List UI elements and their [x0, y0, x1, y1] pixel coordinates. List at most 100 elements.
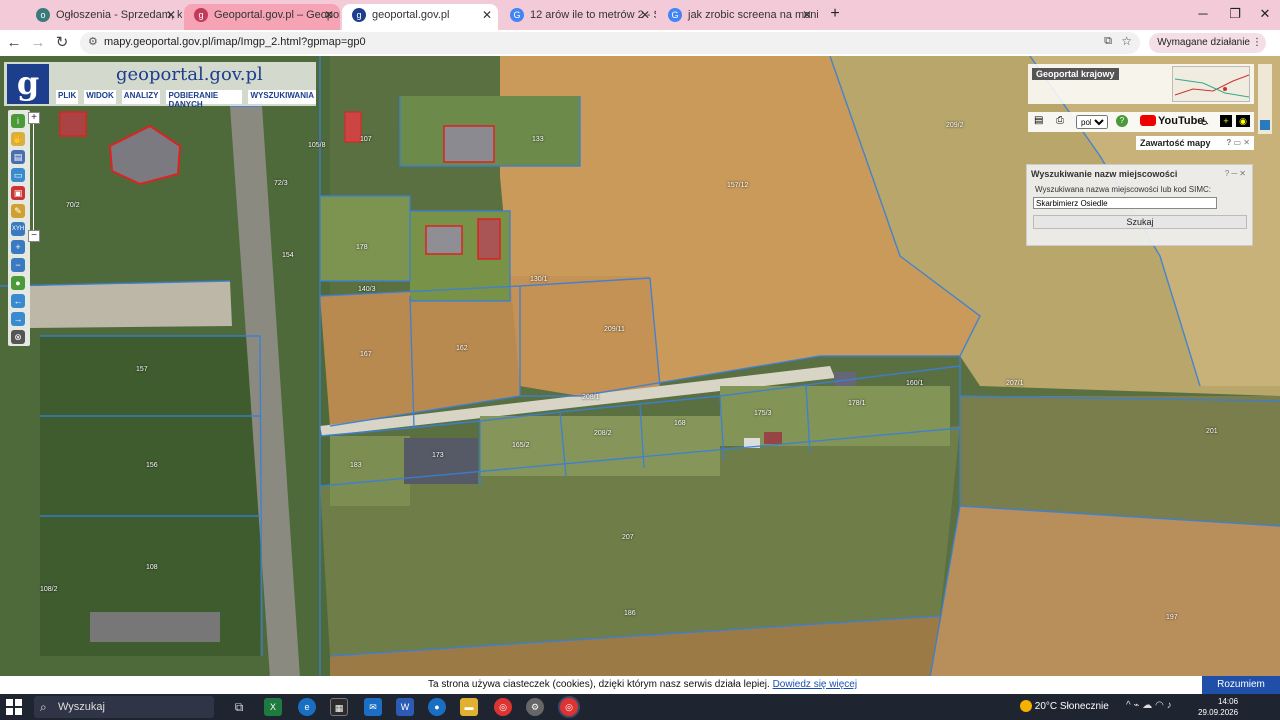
mail-icon[interactable]: ✉	[364, 698, 382, 716]
app-icon[interactable]: ●	[428, 698, 446, 716]
cookie-more-link[interactable]: Dowiedz się więcej	[773, 679, 857, 690]
taskbar-search[interactable]: ⌕ Wyszukaj	[34, 696, 214, 718]
task-view-icon[interactable]: ⧉	[230, 698, 248, 716]
youtube-link[interactable]: YouTube	[1140, 114, 1203, 129]
install-app-icon[interactable]: ⧉	[1104, 35, 1112, 48]
new-tab-button[interactable]: +	[818, 0, 852, 28]
info-icon[interactable]: i	[11, 114, 25, 128]
network-icon[interactable]: ⌁	[1133, 700, 1139, 711]
tab-geoportal-map[interactable]: g geoportal.gov.pl ✕	[342, 4, 498, 30]
globe-icon[interactable]: ●	[11, 276, 25, 290]
store-icon[interactable]: ▦	[330, 698, 348, 716]
select-icon[interactable]: ▭	[11, 168, 25, 182]
place-search-input[interactable]	[1033, 197, 1217, 209]
menu-analizy[interactable]: ANALIZY	[121, 90, 161, 104]
pan-hand-icon[interactable]: ✋	[11, 132, 25, 146]
parcel-label: 178	[356, 244, 368, 251]
close-icon[interactable]: ✕	[640, 4, 650, 26]
overview-title: Geoportal krajowy	[1032, 68, 1119, 80]
excel-icon[interactable]: X	[264, 698, 282, 716]
forward-arrow-icon[interactable]: →	[28, 34, 48, 52]
geoportal-logo[interactable]: g	[7, 64, 49, 104]
tab-label: Geoportal.gov.pl – Geoportal In	[214, 9, 340, 21]
vision-eye-icon[interactable]: ◉	[1236, 115, 1250, 127]
edge-icon[interactable]: e	[298, 698, 316, 716]
more-menu-icon[interactable]: ⋮	[1252, 33, 1262, 53]
menu-widok[interactable]: WIDOK	[84, 90, 116, 104]
zoom-out-icon[interactable]: −	[11, 258, 25, 272]
zoom-minus-button[interactable]: −	[28, 230, 40, 242]
zoom-in-icon[interactable]: +	[11, 240, 25, 254]
xyh-coordinates-icon[interactable]: XYH	[11, 222, 25, 236]
parcel-label: 209/11	[604, 326, 625, 333]
weather-text: Słonecznie	[1059, 701, 1109, 712]
wifi-icon[interactable]: ◠	[1155, 700, 1164, 711]
address-bar-row: ← → ↻ ⚙ mapy.geoportal.gov.pl/imap/Imgp_…	[0, 30, 1280, 56]
required-action-button[interactable]: Wymagane działanie ⋮	[1149, 33, 1266, 53]
chevron-up-icon[interactable]: ^	[1126, 700, 1131, 711]
layers-icon[interactable]: ▤	[11, 150, 25, 164]
clock[interactable]: 14:06 29.09.2026	[1198, 696, 1238, 718]
close-icon[interactable]: ✕	[166, 4, 176, 26]
minimize-icon[interactable]: ─	[1186, 0, 1220, 28]
youtube-icon	[1140, 114, 1156, 126]
parcel-label: 165/2	[512, 442, 530, 449]
chrome-active-icon[interactable]: ◎	[560, 698, 578, 716]
back-arrow-icon[interactable]: ←	[4, 34, 24, 52]
panel-controls-icon[interactable]: ? ▭ ✕	[1226, 136, 1250, 150]
url-field[interactable]: ⚙ mapy.geoportal.gov.pl/imap/Imgp_2.html…	[80, 32, 1140, 54]
tab-olx[interactable]: o Ogłoszenia - Sprzedam, kupię ✕	[26, 4, 182, 30]
cookie-accept-button[interactable]: Rozumiem	[1202, 676, 1280, 694]
accessibility-icon[interactable]: ♿	[1200, 115, 1210, 128]
search-icon: ⌕	[40, 700, 47, 714]
overview-minimap[interactable]	[1172, 66, 1250, 102]
menu-pobieranie-danych[interactable]: POBIERANIE DANYCH	[166, 90, 243, 109]
language-select[interactable]: pol	[1076, 115, 1108, 129]
zoom-slider[interactable]: + −	[28, 112, 43, 242]
close-icon[interactable]: ✕	[802, 4, 812, 26]
clear-icon[interactable]: ⊗	[11, 330, 25, 344]
menu-plik[interactable]: PLIK	[56, 90, 79, 104]
site-info-icon[interactable]: ⚙	[88, 35, 98, 48]
zoom-plus-button[interactable]: +	[28, 112, 40, 124]
bookmark-star-icon[interactable]: ☆	[1121, 34, 1132, 48]
windows-start-icon[interactable]	[6, 699, 22, 715]
map-canvas[interactable]: 70/2 157 156 157/12 108 108/2 178 72/3 1…	[0, 56, 1280, 678]
eye-icon[interactable]	[1260, 120, 1270, 130]
google-icon: G	[668, 8, 682, 22]
search-button[interactable]: Szukaj	[1033, 215, 1247, 229]
map-contents-header[interactable]: Zawartość mapy ? ▭ ✕	[1136, 136, 1254, 150]
print-area-icon[interactable]: ▣	[11, 186, 25, 200]
reload-icon[interactable]: ↻	[52, 34, 72, 52]
high-contrast-icon[interactable]: +	[1220, 115, 1232, 127]
parcel-label: 208/2	[594, 430, 612, 437]
help-icon[interactable]: ?	[1116, 115, 1128, 127]
parcel-label: 162	[456, 345, 468, 352]
onedrive-icon[interactable]: ☁	[1142, 700, 1152, 711]
menu-wyszukiwania[interactable]: WYSZUKIWANIA	[248, 90, 316, 104]
volume-icon[interactable]: ♪	[1167, 700, 1172, 711]
close-icon[interactable]: ✕	[324, 4, 334, 26]
tab-geoportal-info[interactable]: g Geoportal.gov.pl – Geoportal In ✕	[184, 4, 340, 30]
printer-icon[interactable]: ⎙	[1056, 115, 1064, 126]
settings-gear-icon[interactable]: ⚙	[526, 698, 544, 716]
cookie-message: Ta strona używa ciasteczek (cookies), dz…	[428, 677, 857, 693]
word-icon[interactable]: W	[396, 698, 414, 716]
panel-controls-icon[interactable]: ? ─ ✕	[1225, 169, 1246, 178]
doc-icon[interactable]: ▤	[1034, 115, 1043, 126]
cookie-text: Ta strona używa ciasteczek (cookies), dz…	[428, 679, 770, 690]
weather-widget[interactable]: 20°C Słonecznie	[1020, 699, 1109, 715]
previous-view-icon[interactable]: ←	[11, 294, 25, 308]
file-explorer-icon[interactable]: ▬	[460, 698, 478, 716]
panel-title: Wyszukiwanie nazw miejscowości	[1031, 169, 1178, 179]
system-tray[interactable]: ^ ⌁ ☁ ◠ ♪	[1126, 700, 1172, 711]
restore-icon[interactable]: ❐	[1218, 0, 1252, 28]
pencil-icon[interactable]: ✎	[11, 204, 25, 218]
parcel-label: 72/3	[274, 180, 288, 187]
tab-google-search-1[interactable]: G 12 arów ile to metrów 2 - Szuka ✕	[500, 4, 656, 30]
next-view-icon[interactable]: →	[11, 312, 25, 326]
tab-google-search-2[interactable]: G jak zrobic screena na monitorze ✕	[658, 4, 818, 30]
window-close-icon[interactable]: ✕	[1248, 0, 1280, 28]
close-icon[interactable]: ✕	[482, 4, 492, 26]
chrome-icon[interactable]: ◎	[494, 698, 512, 716]
